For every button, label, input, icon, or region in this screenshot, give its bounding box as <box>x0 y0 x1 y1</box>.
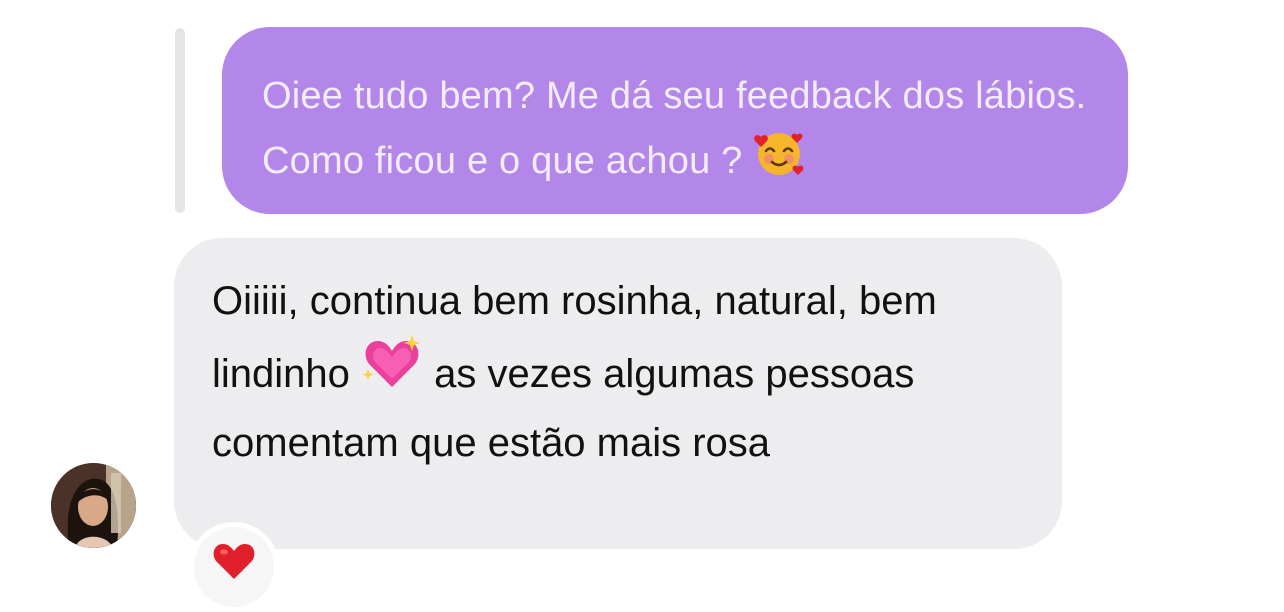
sparkling-heart-icon <box>361 333 423 412</box>
reply-message-text: Oiiiii, continua bem rosinha, natural, b… <box>212 279 937 465</box>
avatar[interactable] <box>51 463 136 548</box>
reaction-badge[interactable] <box>189 522 279 612</box>
quoted-message-text: Oiee tudo bem? Me dá seu feedback dos lá… <box>262 65 1088 197</box>
reply-indicator-bar <box>175 28 185 213</box>
smiling-face-with-hearts-icon <box>753 127 805 197</box>
quoted-message-bubble[interactable]: Oiee tudo bem? Me dá seu feedback dos lá… <box>222 27 1128 214</box>
reply-message-bubble[interactable]: Oiiiii, continua bem rosinha, natural, b… <box>174 238 1062 549</box>
red-heart-icon <box>212 541 256 586</box>
